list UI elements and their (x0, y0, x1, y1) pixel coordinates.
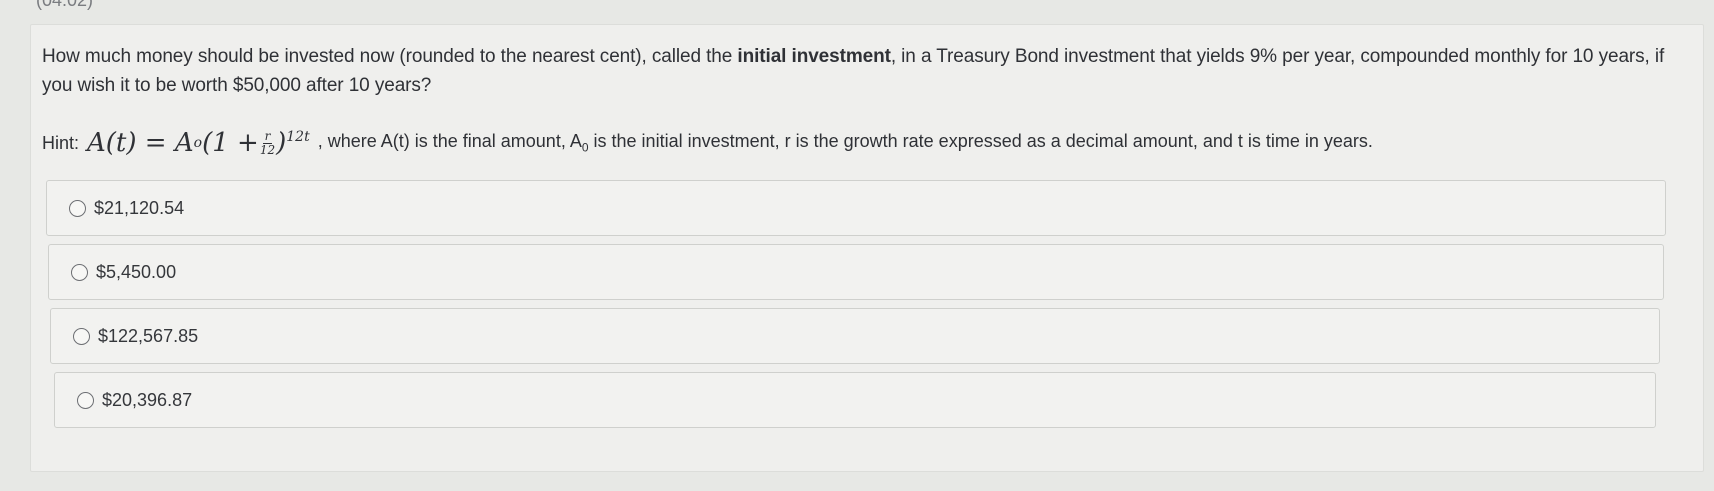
hint-label: Hint: (42, 132, 80, 153)
hint-text-after: is the initial investment, r is the grow… (588, 131, 1373, 152)
question-number-label: (04.02) (36, 0, 94, 10)
hint-text-before: , where A(t) is the final amount, A (317, 131, 582, 152)
formula-exponent: 12t (286, 129, 310, 145)
hint-description: , where A(t) is the final amount, A0 is … (318, 131, 1373, 155)
answer-option-3[interactable]: $122,567.85 (50, 308, 1660, 364)
radio-button-icon[interactable] (77, 391, 94, 409)
formula-subscript: o (193, 135, 203, 151)
formula-denominator: 12 (259, 142, 276, 157)
answer-option-label: $20,396.87 (102, 389, 193, 410)
radio-button-icon[interactable] (71, 263, 88, 281)
answer-option-4[interactable]: $20,396.87 (54, 372, 1656, 428)
radio-button-icon[interactable] (73, 327, 90, 345)
radio-button-icon[interactable] (69, 199, 86, 217)
formula-close: ) (276, 128, 287, 158)
formula-fraction: r 12 (259, 128, 276, 157)
answer-option-2[interactable]: $5,450.00 (48, 244, 1664, 300)
answer-option-label: $5,450.00 (96, 261, 177, 282)
hint-formula: A(t) = Ao (1 + r 12 ) 12t (87, 128, 310, 158)
formula-mid: (1 + (202, 128, 259, 158)
hint-line: Hint: A(t) = Ao (1 + r 12 ) 12t , where A(… (42, 128, 1692, 158)
answer-option-label: $122,567.85 (98, 325, 199, 346)
hint-text-subscript: 0 (581, 140, 589, 155)
formula-lhs: A(t) = A (87, 128, 194, 158)
formula-numerator: r (262, 128, 273, 144)
question-text-bold: initial investment (737, 46, 891, 67)
question-text: How much money should be invested now (r… (42, 42, 1692, 100)
answer-option-1[interactable]: $21,120.54 (46, 180, 1666, 236)
question-text-part1: How much money should be invested now (r… (42, 46, 738, 67)
answer-option-label: $21,120.54 (94, 197, 185, 218)
